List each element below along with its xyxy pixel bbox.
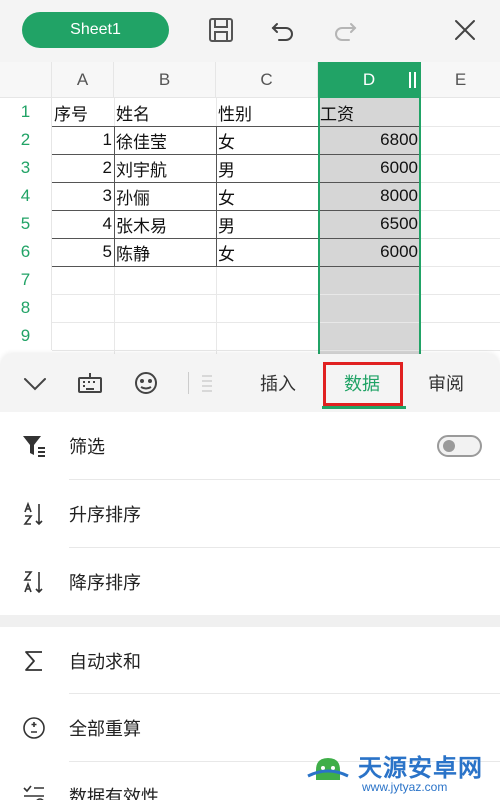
save-icon[interactable] bbox=[205, 14, 237, 46]
active-tab-indicator bbox=[322, 406, 406, 409]
sheet-tab-button[interactable]: Sheet1 bbox=[22, 12, 169, 48]
cell-b4[interactable]: 孙俪 bbox=[116, 182, 150, 210]
top-toolbar: Sheet1 bbox=[0, 0, 500, 62]
cell-b5[interactable]: 张木易 bbox=[116, 210, 167, 238]
menu-item-sort-descending-label: 降序排序 bbox=[69, 572, 141, 594]
row-header-1[interactable]: 1 bbox=[0, 98, 52, 126]
cell-b6[interactable]: 陈静 bbox=[116, 238, 150, 266]
cell-c4[interactable]: 女 bbox=[218, 182, 235, 210]
menu-item-sort-ascending[interactable]: 升序排序 bbox=[0, 480, 500, 547]
collapse-chevron-icon[interactable] bbox=[20, 368, 50, 398]
cell-d1[interactable]: 工资 bbox=[320, 98, 354, 126]
tab-divider bbox=[188, 372, 189, 394]
menu-item-sort-ascending-label: 升序排序 bbox=[69, 504, 141, 526]
sort-ascending-icon bbox=[20, 500, 48, 528]
cell-d5[interactable]: 6500 bbox=[318, 210, 420, 238]
row-header-8[interactable]: 8 bbox=[0, 294, 52, 322]
column-header-a[interactable]: A bbox=[52, 62, 114, 98]
cell-c3[interactable]: 男 bbox=[218, 154, 235, 182]
menu-item-autosum-label: 自动求和 bbox=[69, 651, 141, 673]
watermark-title: 天源安卓网 bbox=[358, 754, 483, 782]
menu-group-gap bbox=[0, 615, 500, 627]
data-validation-icon bbox=[20, 782, 48, 800]
cell-b2[interactable]: 徐佳莹 bbox=[116, 126, 167, 154]
column-resize-handle[interactable] bbox=[409, 72, 416, 88]
cell-d2[interactable]: 6800 bbox=[318, 126, 420, 154]
sigma-icon bbox=[20, 647, 48, 675]
cell-b3[interactable]: 刘宇航 bbox=[116, 154, 167, 182]
column-header-e[interactable]: E bbox=[421, 62, 500, 98]
keyboard-icon[interactable] bbox=[75, 368, 105, 398]
cell-c2[interactable]: 女 bbox=[218, 126, 235, 154]
cell-a5[interactable]: 4 bbox=[52, 210, 114, 238]
tab-highlight-box bbox=[323, 362, 403, 406]
menu-item-filter-label: 筛选 bbox=[69, 436, 105, 458]
cell-a3[interactable]: 2 bbox=[52, 154, 114, 182]
row-header-7[interactable]: 7 bbox=[0, 266, 52, 294]
column-header-c[interactable]: C bbox=[216, 62, 318, 98]
filter-icon bbox=[20, 432, 48, 460]
redo-icon[interactable] bbox=[329, 14, 361, 46]
cell-c6[interactable]: 女 bbox=[218, 238, 235, 266]
column-header-d[interactable]: D bbox=[318, 62, 421, 98]
emoji-icon[interactable] bbox=[131, 368, 161, 398]
cell-a1[interactable]: 序号 bbox=[54, 98, 88, 126]
menu-item-recalculate-label: 全部重算 bbox=[69, 718, 141, 740]
row-header-9[interactable]: 9 bbox=[0, 322, 52, 350]
tab-review[interactable]: 审阅 bbox=[428, 368, 464, 398]
cell-d6[interactable]: 6000 bbox=[318, 238, 420, 266]
watermark-logo-icon bbox=[307, 758, 349, 780]
row-header-3[interactable]: 3 bbox=[0, 154, 52, 182]
select-all-corner[interactable] bbox=[0, 62, 52, 98]
tab-insert[interactable]: 插入 bbox=[260, 368, 296, 398]
row-header-2[interactable]: 2 bbox=[0, 126, 52, 154]
menu-item-filter[interactable]: 筛选 bbox=[0, 412, 500, 479]
cell-a6[interactable]: 5 bbox=[52, 238, 114, 266]
recalculate-icon bbox=[20, 714, 48, 742]
filter-toggle[interactable] bbox=[437, 434, 482, 457]
function-panel-tabs: 插入 数据 审阅 bbox=[0, 354, 500, 412]
close-icon[interactable] bbox=[449, 14, 481, 46]
menu-item-data-validation-label: 数据有效性 bbox=[69, 786, 159, 800]
cell-d3[interactable]: 6000 bbox=[318, 154, 420, 182]
spreadsheet-grid[interactable]: A B C D E 1 2 3 4 5 6 7 8 9 序号 姓名 性别 工资 … bbox=[0, 62, 500, 356]
toggle-knob bbox=[443, 439, 455, 452]
menu-item-autosum[interactable]: 自动求和 bbox=[0, 627, 500, 694]
row-header-6[interactable]: 6 bbox=[0, 238, 52, 266]
column-header-d-label: D bbox=[362, 69, 376, 89]
row-header-5[interactable]: 5 bbox=[0, 210, 52, 238]
cell-d4[interactable]: 8000 bbox=[318, 182, 420, 210]
cell-c5[interactable]: 男 bbox=[218, 210, 235, 238]
sort-descending-icon bbox=[20, 568, 48, 596]
faded-tab-edge bbox=[198, 372, 214, 394]
cell-a2[interactable]: 1 bbox=[52, 126, 114, 154]
row-header-4[interactable]: 4 bbox=[0, 182, 52, 210]
cell-a4[interactable]: 3 bbox=[52, 182, 114, 210]
watermark-url: www.jytyaz.com bbox=[362, 780, 448, 794]
undo-icon[interactable] bbox=[267, 14, 299, 46]
cell-c1[interactable]: 性别 bbox=[218, 98, 252, 126]
watermark: 天源安卓网 www.jytyaz.com bbox=[300, 740, 500, 800]
column-header-b[interactable]: B bbox=[114, 62, 216, 98]
cell-b1[interactable]: 姓名 bbox=[116, 98, 150, 126]
menu-item-sort-descending[interactable]: 降序排序 bbox=[0, 548, 500, 615]
